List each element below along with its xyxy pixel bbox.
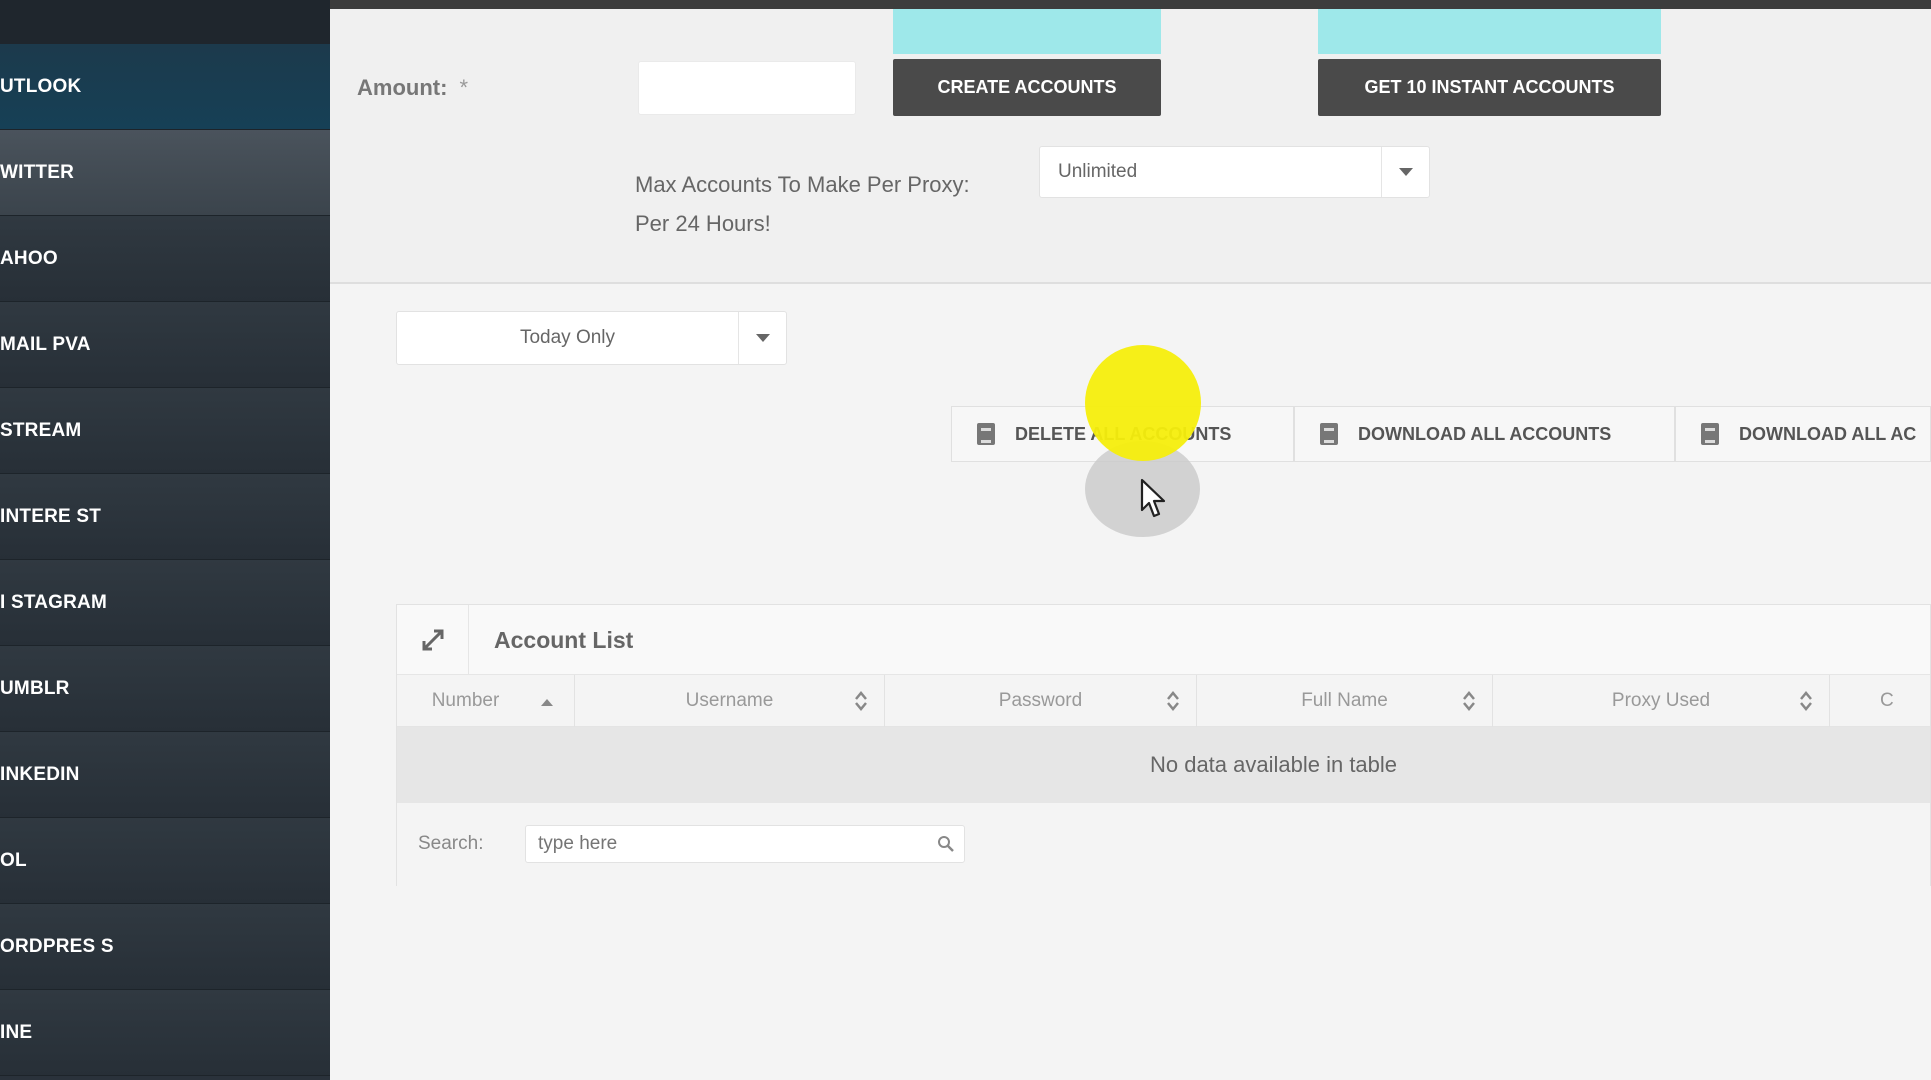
sidebar-item-label: INE [0, 1021, 33, 1043]
proxy-limit-label: Max Accounts To Make Per Proxy: Per 24 H… [635, 165, 970, 243]
account-list-panel: Account List Number Username Password Fu… [396, 604, 1931, 887]
sort-icon [1463, 691, 1475, 711]
top-bar [330, 0, 1931, 9]
download-all-accounts-label: DOWNLOAD ALL ACCOUNTS [1358, 423, 1612, 444]
sort-icon [855, 691, 867, 711]
proxy-limit-select[interactable]: Unlimited [1039, 146, 1430, 198]
column-header-number[interactable]: Number [397, 675, 575, 727]
sidebar-item-pinterest[interactable]: INTERE ST [0, 474, 330, 560]
accent-strip [893, 9, 1161, 54]
click-highlight [1085, 345, 1201, 461]
sidebar-item-label: UTLOOK [0, 75, 82, 97]
proxy-limit-label-line1: Max Accounts To Make Per Proxy: [635, 172, 970, 197]
account-list-title: Account List [494, 627, 634, 653]
download-all-accounts-alt-label: DOWNLOAD ALL AC [1739, 423, 1917, 444]
download-all-accounts-alt-button[interactable]: DOWNLOAD ALL AC [1675, 406, 1931, 462]
sidebar-item-label: AHOO [0, 247, 58, 269]
search-label: Search: [418, 833, 484, 854]
sidebar-item-label: WITTER [0, 161, 75, 183]
document-icon [977, 423, 995, 445]
sidebar-item-stream[interactable]: STREAM [0, 388, 330, 474]
sidebar-item-line[interactable]: INE [0, 990, 330, 1076]
sidebar-item-label: OL [0, 849, 27, 871]
column-header-label: Proxy Used [1611, 690, 1711, 711]
sort-icon [1800, 691, 1812, 711]
column-header-label: Number [431, 690, 500, 711]
create-accounts-form: Amount: * CREATE ACCOUNTS GET 10 INSTANT… [330, 9, 1931, 284]
search-input[interactable] [525, 825, 965, 863]
required-mark: * [459, 75, 469, 100]
chevron-down-icon [738, 312, 786, 364]
column-header-password[interactable]: Password [885, 675, 1197, 727]
column-header-proxy-used[interactable]: Proxy Used [1493, 675, 1830, 727]
table-search-row: Search: [397, 803, 1930, 887]
sidebar-item-linkedin[interactable]: INKEDIN [0, 732, 330, 818]
sidebar-item-label: STREAM [0, 419, 82, 441]
document-icon [1320, 423, 1338, 445]
column-header-label: Username [685, 690, 774, 711]
sidebar: UTLOOK WITTER AHOO MAIL PVA STREAM INTER… [0, 0, 330, 1080]
account-list-header: Account List [397, 605, 1930, 675]
sidebar-item-label: INTERE ST [0, 505, 102, 527]
sidebar-item-tumblr[interactable]: UMBLR [0, 646, 330, 732]
search-icon [938, 836, 954, 852]
date-range-select-value: Today Only [519, 327, 616, 348]
sidebar-item-aol[interactable]: OL [0, 818, 330, 904]
expand-button[interactable] [397, 605, 469, 675]
mouse-pointer-icon [1140, 478, 1166, 518]
amount-input[interactable] [638, 61, 856, 115]
chevron-down-icon [1381, 147, 1429, 197]
sidebar-item-wordpress[interactable]: ORDPRES S [0, 904, 330, 990]
sidebar-item-twitter[interactable]: WITTER [0, 130, 330, 216]
amount-label-text: Amount: [357, 75, 448, 100]
date-range-select[interactable]: Today Only [396, 311, 787, 365]
column-header-created[interactable]: C [1830, 675, 1931, 727]
table-empty-row: No data available in table [397, 727, 1930, 803]
sidebar-item-outlook[interactable]: UTLOOK [0, 44, 330, 130]
column-header-username[interactable]: Username [575, 675, 885, 727]
sidebar-header [0, 0, 330, 44]
proxy-limit-label-line2: Per 24 Hours! [635, 211, 771, 236]
column-header-full-name[interactable]: Full Name [1197, 675, 1493, 727]
get-instant-accounts-button[interactable]: GET 10 INSTANT ACCOUNTS [1318, 59, 1661, 116]
expand-icon [422, 629, 443, 651]
sidebar-item-gmail-pva[interactable]: MAIL PVA [0, 302, 330, 388]
sort-icon [1167, 691, 1179, 711]
sort-ascending-icon [541, 699, 553, 706]
create-accounts-button[interactable]: CREATE ACCOUNTS [893, 59, 1161, 116]
table-column-headers: Number Username Password Full Name Proxy… [397, 675, 1930, 727]
accent-strip [1318, 9, 1661, 54]
sidebar-item-label: I STAGRAM [0, 591, 107, 613]
sidebar-item-yahoo[interactable]: AHOO [0, 216, 330, 302]
sidebar-item-label: INKEDIN [0, 763, 80, 785]
column-header-label: C [1880, 690, 1894, 711]
sidebar-item-label: ORDPRES S [0, 935, 114, 957]
main-content: Amount: * CREATE ACCOUNTS GET 10 INSTANT… [330, 0, 1931, 1080]
amount-label: Amount: * [357, 75, 468, 101]
sidebar-item-label: MAIL PVA [0, 333, 91, 355]
column-header-label: Full Name [1301, 690, 1388, 711]
download-all-accounts-button[interactable]: DOWNLOAD ALL ACCOUNTS [1294, 406, 1675, 462]
column-header-label: Password [998, 690, 1083, 711]
proxy-limit-select-value: Unlimited [1058, 161, 1138, 182]
document-icon [1701, 423, 1719, 445]
sidebar-item-label: UMBLR [0, 677, 70, 699]
sidebar-item-instagram[interactable]: I STAGRAM [0, 560, 330, 646]
